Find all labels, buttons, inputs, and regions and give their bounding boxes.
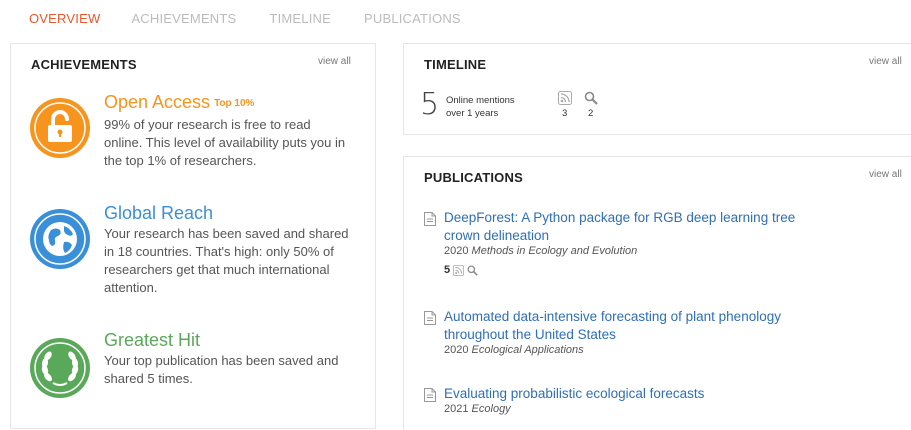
achievement-name: Greatest Hit — [104, 330, 201, 350]
achievement-description: Your top publication has been saved and … — [104, 353, 339, 386]
publication-year: 2021 — [444, 403, 469, 415]
achievement-name: Global Reach — [104, 203, 214, 223]
publications-card: PUBLICATIONS view all DeepForest: A Pyth… — [403, 156, 911, 430]
publication-title-link[interactable]: Evaluating probabilistic ecological fore… — [444, 385, 844, 403]
search-icon[interactable] — [467, 265, 478, 276]
publication-meta: 2020 Ecological Applications — [444, 344, 584, 356]
rss-icon[interactable] — [558, 91, 572, 105]
document-icon — [424, 212, 436, 226]
padlock-icon — [30, 98, 90, 158]
document-icon — [424, 311, 436, 325]
publication-title-link[interactable]: DeepForest: A Python package for RGB dee… — [444, 209, 814, 245]
publication-year: 2020 — [444, 245, 469, 257]
publication-journal: Ecological Applications — [471, 344, 584, 356]
timeline-view-all-link[interactable]: view all — [869, 56, 902, 67]
achievement-name: Open Access — [104, 92, 211, 112]
document-icon — [424, 388, 436, 402]
publications-view-all-link[interactable]: view all — [869, 169, 902, 180]
rss-count: 3 — [562, 108, 568, 119]
rss-icon[interactable] — [453, 264, 465, 276]
mentions-label: Online mentions over 1 years — [446, 94, 515, 120]
timeline-title: TIMELINE — [424, 57, 487, 72]
mentions-label-line1: Online mentions — [446, 95, 515, 106]
publication-meta: 2020 Methods in Ecology and Evolution — [444, 245, 637, 257]
tab-timeline[interactable]: TIMELINE — [269, 11, 331, 26]
publication-stats: 5 — [444, 264, 478, 276]
achievement-description: 99% of your research is free to read onl… — [104, 117, 346, 168]
publications-title: PUBLICATIONS — [424, 170, 523, 185]
tab-publications[interactable]: PUBLICATIONS — [364, 11, 461, 26]
achievement-description: Your research has been saved and shared … — [104, 226, 349, 295]
top-badge: Top 10% — [214, 98, 255, 109]
publication-title-link[interactable]: Automated data-intensive forecasting of … — [444, 308, 839, 344]
timeline-card: TIMELINE view all 5 Online mentions over… — [403, 43, 911, 135]
publication-journal: Ecology — [471, 403, 511, 415]
mentions-label-line2: over 1 years — [446, 108, 499, 119]
search-icon[interactable] — [584, 91, 598, 105]
achievements-view-all-link[interactable]: view all — [318, 56, 351, 67]
achievements-card: ACHIEVEMENTS view all Open Access Top 10%… — [10, 43, 376, 429]
mentions-count: 5 — [420, 87, 440, 122]
laurel-wreath-icon — [30, 338, 90, 398]
publication-meta: 2021 Ecology — [444, 403, 511, 415]
publication-journal: Methods in Ecology and Evolution — [471, 245, 638, 257]
search-count: 2 — [588, 108, 594, 119]
tab-achievements[interactable]: ACHIEVEMENTS — [131, 11, 236, 26]
tab-bar: OVERVIEW ACHIEVEMENTS TIMELINE PUBLICATI… — [29, 11, 494, 26]
globe-icon — [30, 209, 90, 269]
publication-year: 2020 — [444, 344, 469, 356]
publication-mentions-count: 5 — [444, 264, 451, 276]
achievements-title: ACHIEVEMENTS — [31, 57, 137, 72]
tab-overview[interactable]: OVERVIEW — [29, 11, 100, 26]
